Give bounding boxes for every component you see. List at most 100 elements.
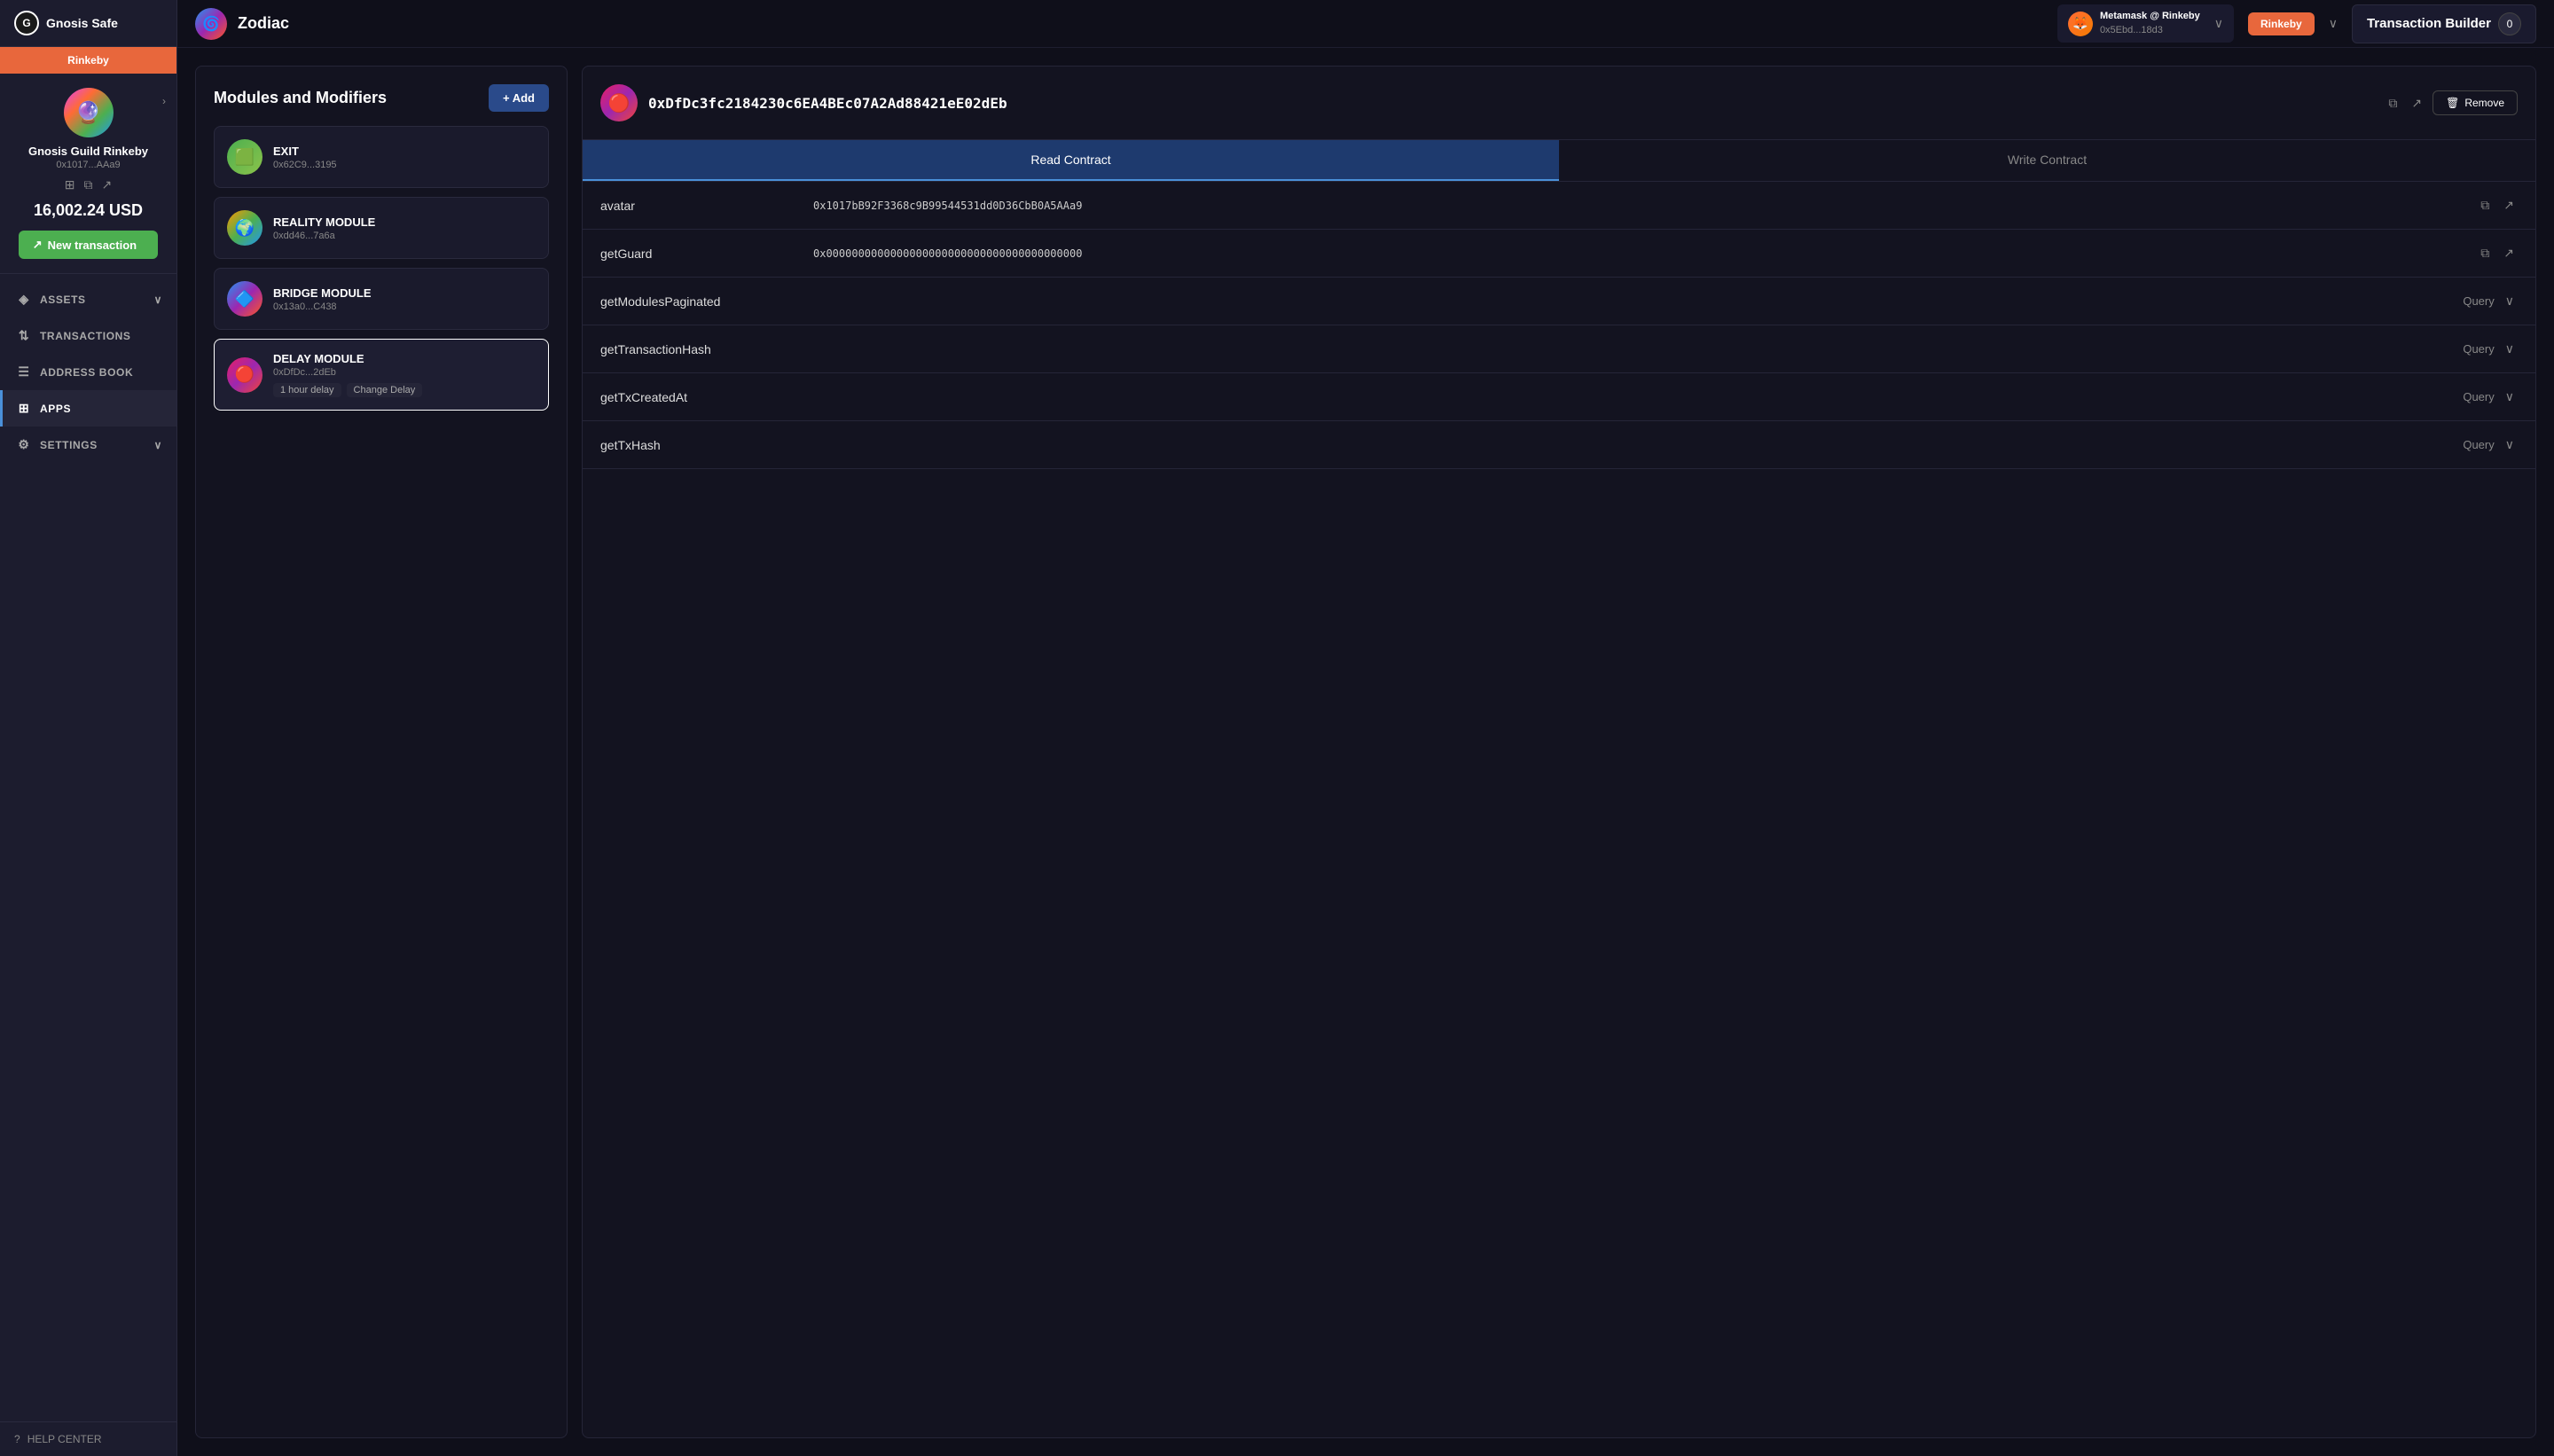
apps-label: APPS <box>40 403 71 415</box>
account-address: 0x1017...AAa9 <box>56 160 120 170</box>
bridge-module-name: BRIDGE MODULE <box>273 286 536 300</box>
get-tx-hash-expand-button[interactable]: ∨ <box>2502 434 2518 456</box>
get-guard-link-button[interactable]: ↗ <box>2500 242 2518 264</box>
bridge-module-icon: 🔷 <box>227 281 262 317</box>
avatar-link-button[interactable]: ↗ <box>2500 194 2518 216</box>
trash-icon: 🗑 <box>2446 97 2459 109</box>
contract-tabs: Read Contract Write Contract <box>583 140 2535 182</box>
app-name: Gnosis Safe <box>46 16 118 30</box>
wallet-name: Metamask @ Rinkeby <box>2100 10 2200 23</box>
row-get-transaction-hash: getTransactionHash Query ∨ <box>583 325 2535 373</box>
row-get-tx-hash-label: getTxHash <box>600 438 795 452</box>
row-get-tx-hash: getTxHash Query ∨ <box>583 421 2535 469</box>
get-tx-created-at-expand-button[interactable]: ∨ <box>2502 386 2518 408</box>
external-link-icon[interactable]: ↗ <box>102 177 113 192</box>
sidebar-item-transactions[interactable]: ⇅ TRANSACTIONS <box>0 317 176 354</box>
copy-address-button[interactable]: ⧉ <box>2385 92 2401 114</box>
contract-actions: ⧉ ↗ 🗑 Remove <box>2385 90 2518 115</box>
modules-header: Modules and Modifiers + Add <box>214 84 549 112</box>
row-get-modules-paginated: getModulesPaginated Query ∨ <box>583 278 2535 325</box>
contract-address: 0xDfDc3fc2184230c6EA4BEc07A2Ad88421eE02d… <box>648 95 2374 112</box>
sidebar-nav: ◈ ASSETS ∨ ⇅ TRANSACTIONS ☰ ADDRESS BOOK… <box>0 274 176 1421</box>
wallet-selector[interactable]: 🦊 Metamask @ Rinkeby 0x5Ebd...18d3 ∨ <box>2057 4 2234 43</box>
avatar-copy-button[interactable]: ⧉ <box>2477 194 2493 216</box>
tx-builder-badge: 0 <box>2498 12 2521 35</box>
zodiac-avatar: 🌀 <box>195 8 227 40</box>
row-get-guard-value: 0x00000000000000000000000000000000000000… <box>795 247 2477 260</box>
rinkeby-button[interactable]: Rinkeby <box>2248 12 2315 35</box>
sidebar-item-assets[interactable]: ◈ ASSETS ∨ <box>0 281 176 317</box>
sidebar-item-address-book[interactable]: ☰ ADDRESS BOOK <box>0 354 176 390</box>
module-reality[interactable]: 🌍 REALITY MODULE 0xdd46...7a6a <box>214 197 549 259</box>
get-modules-paginated-expand-button[interactable]: ∨ <box>2502 290 2518 312</box>
help-center-item[interactable]: ? HELP CENTER <box>14 1433 162 1445</box>
main-content: 🌀 Zodiac 🦊 Metamask @ Rinkeby 0x5Ebd...1… <box>177 0 2554 1456</box>
tx-builder-label: Transaction Builder <box>2367 16 2491 31</box>
grid-icon[interactable]: ⊞ <box>65 177 75 192</box>
tab-read-contract[interactable]: Read Contract <box>583 140 1559 181</box>
network-chevron-icon: ∨ <box>2329 16 2338 31</box>
remove-module-button[interactable]: 🗑 Remove <box>2433 90 2518 115</box>
exit-module-name: EXIT <box>273 145 536 158</box>
reality-module-name: REALITY MODULE <box>273 215 536 229</box>
exit-module-info: EXIT 0x62C9...3195 <box>273 145 536 170</box>
contract-rows: avatar 0x1017bB92F3368c9B99544531dd0D36C… <box>583 182 2535 469</box>
assets-icon: ◈ <box>17 292 31 307</box>
bridge-module-info: BRIDGE MODULE 0x13a0...C438 <box>273 286 536 312</box>
row-avatar-label: avatar <box>600 199 795 213</box>
add-module-button[interactable]: + Add <box>489 84 549 112</box>
get-transaction-hash-query-label: Query <box>2463 342 2494 356</box>
delay-tag-2[interactable]: Change Delay <box>347 383 423 397</box>
get-tx-hash-query-label: Query <box>2463 438 2494 451</box>
row-avatar: avatar 0x1017bB92F3368c9B99544531dd0D36C… <box>583 182 2535 230</box>
content-area: Modules and Modifiers + Add 🟩 EXIT 0x62C… <box>177 48 2554 1456</box>
reality-module-icon: 🌍 <box>227 210 262 246</box>
modules-panel: Modules and Modifiers + Add 🟩 EXIT 0x62C… <box>195 66 568 1438</box>
network-badge: Rinkeby <box>0 47 176 74</box>
new-transaction-button[interactable]: ↗ New transaction <box>19 231 159 259</box>
copy-icon[interactable]: ⧉ <box>84 177 93 192</box>
module-bridge[interactable]: 🔷 BRIDGE MODULE 0x13a0...C438 <box>214 268 549 330</box>
get-guard-copy-button[interactable]: ⧉ <box>2477 242 2493 264</box>
row-get-modules-paginated-label: getModulesPaginated <box>600 294 795 309</box>
delay-module-name: DELAY MODULE <box>273 352 536 365</box>
tab-write-contract[interactable]: Write Contract <box>1559 140 2535 181</box>
sidebar-item-settings[interactable]: ⚙ SETTINGS ∨ <box>0 427 176 463</box>
sidebar-item-apps[interactable]: ⊞ APPS <box>0 390 176 427</box>
sidebar-footer: ? HELP CENTER <box>0 1421 176 1456</box>
external-link-button[interactable]: ↗ <box>2408 92 2425 114</box>
row-get-tx-created-at-label: getTxCreatedAt <box>600 390 795 404</box>
assets-label: ASSETS <box>40 294 86 306</box>
row-get-tx-created-at: getTxCreatedAt Query ∨ <box>583 373 2535 421</box>
gnosis-logo-icon: G <box>14 11 39 35</box>
delay-module-icon: 🔴 <box>227 357 262 393</box>
arrow-icon: ↗ <box>33 238 43 252</box>
get-modules-paginated-query-label: Query <box>2463 294 2494 308</box>
account-actions: ⊞ ⧉ ↗ <box>65 177 112 192</box>
account-chevron-icon[interactable]: › <box>162 95 166 107</box>
exit-module-icon: 🟩 <box>227 139 262 175</box>
row-get-guard: getGuard 0x00000000000000000000000000000… <box>583 230 2535 278</box>
account-name: Gnosis Guild Rinkeby <box>28 145 148 158</box>
wallet-address: 0x5Ebd...18d3 <box>2100 24 2200 37</box>
row-avatar-actions: ⧉ ↗ <box>2477 194 2518 216</box>
get-transaction-hash-expand-button[interactable]: ∨ <box>2502 338 2518 360</box>
get-tx-created-at-query-label: Query <box>2463 390 2494 403</box>
topbar-left: 🌀 Zodiac <box>195 8 289 40</box>
delay-module-tags: 1 hour delay Change Delay <box>273 383 536 397</box>
assets-chevron-icon: ∨ <box>154 294 162 306</box>
row-get-transaction-hash-label: getTransactionHash <box>600 342 795 356</box>
module-delay[interactable]: 🔴 DELAY MODULE 0xDfDc...2dEb 1 hour dela… <box>214 339 549 411</box>
help-label: HELP CENTER <box>27 1433 102 1445</box>
contract-avatar: 🔴 <box>600 84 638 121</box>
contract-header: 🔴 0xDfDc3fc2184230c6EA4BEc07A2Ad88421eE0… <box>583 67 2535 140</box>
reality-module-info: REALITY MODULE 0xdd46...7a6a <box>273 215 536 241</box>
module-exit[interactable]: 🟩 EXIT 0x62C9...3195 <box>214 126 549 188</box>
exit-module-address: 0x62C9...3195 <box>273 160 536 170</box>
transactions-label: TRANSACTIONS <box>40 330 131 342</box>
row-get-transaction-hash-actions: Query ∨ <box>2463 338 2518 360</box>
topbar-right: 🦊 Metamask @ Rinkeby 0x5Ebd...18d3 ∨ Rin… <box>2057 4 2536 43</box>
contract-panel: 🔴 0xDfDc3fc2184230c6EA4BEc07A2Ad88421eE0… <box>582 66 2536 1438</box>
transactions-icon: ⇅ <box>17 328 31 343</box>
delay-tag-1: 1 hour delay <box>273 383 341 397</box>
